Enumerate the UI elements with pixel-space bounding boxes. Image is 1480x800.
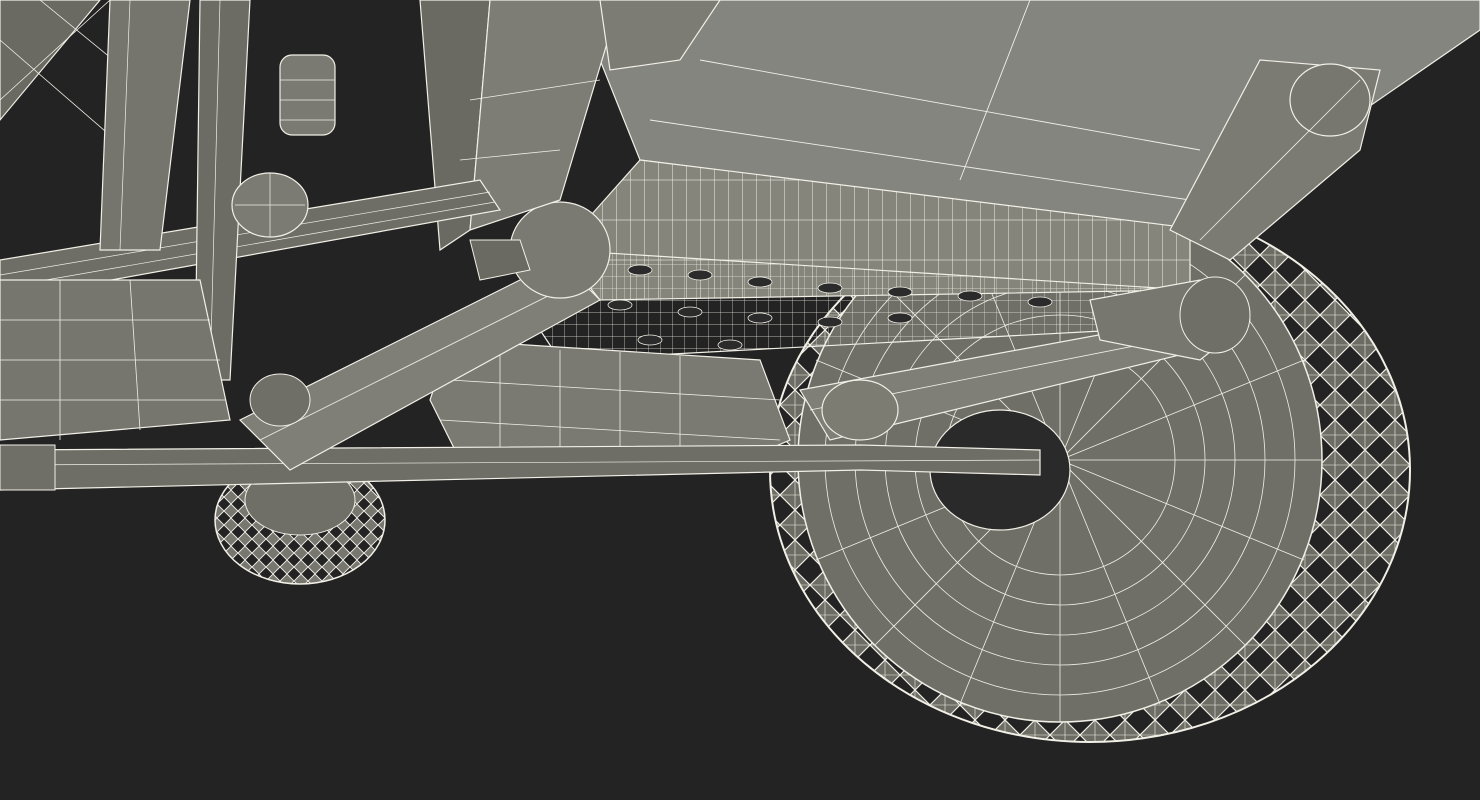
- left-axle-housing: [0, 279, 231, 441]
- wireframe-render-canvas: [0, 0, 1480, 800]
- spring-coil: [231, 172, 309, 238]
- bump-stop: [279, 54, 336, 136]
